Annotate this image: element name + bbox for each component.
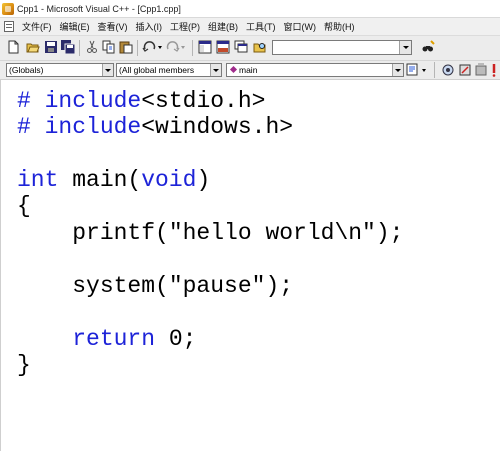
filter-combo-value: (All global members [119,65,195,75]
chevron-down-icon[interactable] [102,64,113,76]
member-combo-value: main [239,65,258,75]
code-line: int main(void) [17,167,210,193]
code-keyword: # include [17,88,142,114]
execute-icon[interactable] [489,63,499,77]
filter-combo[interactable]: (All global members [116,63,222,77]
toolbar-separator [434,62,435,78]
menu-insert[interactable]: 插入(I) [132,19,167,35]
title-bar: Cpp1 - Microsoft Visual C++ - [Cpp1.cpp] [0,0,500,18]
class-combo[interactable]: (Globals) [6,63,114,77]
menu-file[interactable]: 文件(F) [18,19,56,35]
code-text: 0; [155,326,197,352]
menu-project[interactable]: 工程(P) [166,19,204,35]
toolbar-separator [137,40,138,56]
workspace-icon[interactable] [198,40,212,54]
code-text: ) [196,167,211,193]
menu-bar: 文件(F) 编辑(E) 查看(V) 插入(I) 工程(P) 组建(B) 工具(T… [0,18,500,36]
code-line: } [17,352,31,378]
redo-icon[interactable] [166,40,188,54]
visual-cpp-app-icon[interactable] [2,2,14,15]
new-file-icon[interactable] [6,40,20,54]
find-in-files-icon[interactable] [253,40,267,54]
code-line: { [17,193,31,219]
code-editor[interactable]: # include<stdio.h> # include<windows.h> in… [0,80,500,451]
menu-tools[interactable]: 工具(T) [242,19,280,35]
code-text: main( [58,167,142,193]
window-list-icon[interactable] [234,40,248,54]
copy-icon[interactable] [102,40,116,54]
code-text: } [17,352,31,378]
chevron-down-icon[interactable] [392,64,403,76]
output-icon[interactable] [216,40,230,54]
code-text: system("pause"); [17,273,294,299]
code-text: <stdio.h> [141,88,266,114]
code-text: <windows.h> [141,114,294,140]
wizard-bar: (Globals) (All global members main [0,61,500,80]
toolbar-separator [192,40,193,56]
build-icon[interactable] [458,63,472,77]
menu-edit[interactable]: 编辑(E) [56,19,94,35]
code-line: # include<windows.h> [17,114,293,140]
open-folder-icon[interactable] [26,40,40,54]
chevron-down-icon[interactable] [399,41,411,54]
menu-window[interactable]: 窗口(W) [280,19,321,35]
standard-toolbar [0,36,500,61]
save-icon[interactable] [44,40,58,54]
menu-help[interactable]: 帮助(H) [320,19,359,35]
class-combo-value: (Globals) [9,65,44,75]
cut-icon[interactable] [85,40,99,54]
compile-icon[interactable] [441,63,455,77]
find-combo-value [273,46,275,56]
code-line: # include<stdio.h> [17,88,265,114]
code-text: { [17,193,31,219]
paste-icon[interactable] [119,40,133,54]
toolbar-separator [79,40,80,56]
member-combo[interactable]: main [226,63,404,77]
save-all-icon[interactable] [61,40,76,55]
undo-icon[interactable] [142,40,164,54]
wizard-action-icon[interactable] [406,63,430,77]
stop-build-icon[interactable] [474,63,488,77]
find-combo[interactable] [272,40,412,55]
code-keyword: int [17,167,59,193]
code-line: printf("hello world\n"); [17,220,403,246]
function-icon [229,65,238,74]
code-line: system("pause"); [17,273,293,299]
chevron-down-icon[interactable] [210,64,221,76]
code-keyword: void [141,167,197,193]
menu-build[interactable]: 组建(B) [204,19,242,35]
code-keyword: return [72,326,156,352]
window-title: Cpp1 - Microsoft Visual C++ - [Cpp1.cpp] [17,3,181,14]
menu-view[interactable]: 查看(V) [94,19,132,35]
code-keyword: # include [17,114,142,140]
code-line: return 0; [17,326,196,352]
code-text: printf("hello world\n"); [17,220,404,246]
document-window-icon[interactable] [4,21,14,32]
find-icon[interactable] [421,40,435,54]
